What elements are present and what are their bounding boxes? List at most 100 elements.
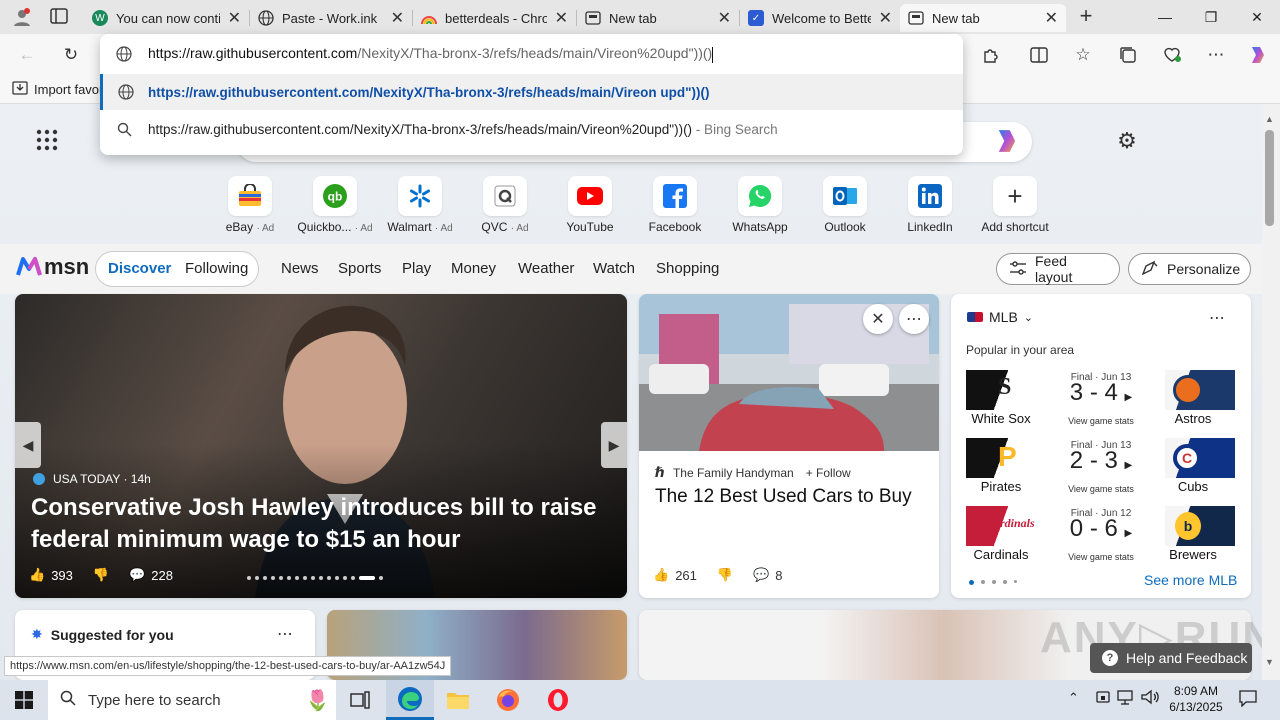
suggested-more-icon[interactable]: ⋯: [277, 624, 293, 644]
notifications-icon[interactable]: [1238, 689, 1258, 708]
tab-2[interactable]: Paste - Work.ink ✕: [250, 4, 412, 32]
close-icon[interactable]: ✕: [718, 8, 731, 28]
import-favorites-button[interactable]: Import favor: [12, 81, 103, 98]
page-settings-gear-icon[interactable]: ⚙: [1114, 128, 1140, 154]
more-options-icon[interactable]: ⋯: [1201, 40, 1231, 70]
carousel-prev-icon[interactable]: ◀: [15, 422, 41, 468]
nav-news[interactable]: News: [281, 260, 319, 277]
minimize-icon[interactable]: —: [1142, 0, 1188, 34]
nav-discover[interactable]: Discover: [108, 260, 171, 277]
tab-1[interactable]: W You can now contin ✕: [84, 4, 249, 32]
thumbs-up-icon[interactable]: 👍: [29, 567, 45, 583]
split-screen-icon[interactable]: [1024, 40, 1054, 70]
shortcut-qvc[interactable]: QVC · Ad: [465, 176, 545, 234]
address-input[interactable]: https://raw.githubusercontent.com/Nexity…: [100, 36, 963, 72]
newtab-icon: [585, 10, 601, 26]
close-icon[interactable]: ✕: [879, 8, 892, 28]
tab-6-active[interactable]: New tab ✕: [900, 4, 1066, 32]
shortcut-youtube[interactable]: YouTube: [550, 176, 630, 234]
close-icon[interactable]: ✕: [555, 8, 568, 28]
shortcut-quickbooks[interactable]: qb Quickbo... · Ad: [295, 176, 375, 234]
tray-volume-icon[interactable]: [1140, 688, 1160, 706]
nav-money[interactable]: Money: [451, 260, 496, 277]
personalize-button[interactable]: Personalize: [1128, 253, 1251, 285]
nav-sports[interactable]: Sports: [338, 260, 381, 277]
help-feedback-button[interactable]: ? Help and Feedback: [1090, 643, 1252, 673]
restore-icon[interactable]: ❐: [1188, 0, 1234, 34]
comment-icon[interactable]: 💬: [129, 567, 145, 583]
hero-headline[interactable]: Conservative Josh Hawley introduces bill…: [31, 492, 611, 556]
dismiss-card-icon[interactable]: ✕: [863, 304, 893, 334]
edge-taskbar-icon[interactable]: [386, 680, 434, 720]
mlb-header[interactable]: MLB ⌄: [967, 309, 1033, 325]
view-game-stats-link[interactable]: View game stats: [1046, 552, 1156, 562]
shortcut-whatsapp[interactable]: WhatsApp: [720, 176, 800, 234]
scroll-down-icon[interactable]: ▼: [1265, 657, 1274, 667]
nav-shopping[interactable]: Shopping: [656, 260, 719, 277]
tab-5[interactable]: ✓ Welcome to Better ✕: [740, 4, 900, 32]
firefox-icon[interactable]: [484, 680, 532, 720]
card-more-icon[interactable]: ⋯: [899, 304, 929, 334]
see-more-mlb-link[interactable]: See more MLB: [1144, 572, 1237, 588]
card2-headline[interactable]: The 12 Best Used Cars to Buy: [655, 485, 925, 509]
apps-grid-icon[interactable]: [36, 129, 60, 153]
game-row-1[interactable]: S White Sox Final · Jun 13 3 - 4 ▶ View …: [966, 370, 1236, 430]
profile-icon[interactable]: [8, 6, 36, 28]
tab-actions-icon[interactable]: [50, 8, 72, 28]
suggestion-url[interactable]: https://raw.githubusercontent.com/Nexity…: [100, 74, 963, 110]
close-icon[interactable]: ✕: [228, 8, 241, 28]
windows-start-icon[interactable]: [0, 680, 48, 720]
msn-logo[interactable]: msn: [16, 254, 89, 280]
tray-network-icon[interactable]: [1116, 688, 1134, 706]
mlb-more-icon[interactable]: ⋯: [1209, 308, 1225, 328]
favorites-star-icon[interactable]: ☆: [1068, 40, 1098, 70]
shortcut-facebook[interactable]: Facebook: [635, 176, 715, 234]
nav-weather[interactable]: Weather: [518, 260, 574, 277]
nav-following[interactable]: Following: [185, 260, 248, 277]
extensions-icon[interactable]: [976, 40, 1006, 70]
file-explorer-icon[interactable]: [434, 680, 482, 720]
nav-play[interactable]: Play: [402, 260, 431, 277]
cars-news-card[interactable]: ✕ ⋯ ℏ The Family Handyman + Follow The 1…: [639, 294, 939, 598]
view-game-stats-link[interactable]: View game stats: [1046, 416, 1156, 426]
carousel-next-icon[interactable]: ▶: [601, 422, 627, 468]
scrollbar-thumb[interactable]: [1265, 130, 1274, 226]
tray-chevron-icon[interactable]: ⌃: [1068, 690, 1079, 706]
hero-news-card[interactable]: ◀ ▶ USA TODAY · 14h Conservative Josh Ha…: [15, 294, 627, 598]
feed-layout-button[interactable]: Feed layout: [996, 253, 1120, 285]
follow-button[interactable]: + Follow: [806, 466, 851, 480]
window-close-icon[interactable]: ✕: [1234, 0, 1280, 34]
tab-4[interactable]: New tab ✕: [577, 4, 739, 32]
suggestion-bing-search[interactable]: https://raw.githubusercontent.com/Nexity…: [100, 111, 963, 147]
scroll-up-icon[interactable]: ▲: [1265, 114, 1274, 124]
game-row-2[interactable]: P Pirates Final · Jun 13 2 - 3 ▶ View ga…: [966, 438, 1236, 498]
thumbs-up-icon[interactable]: 👍: [653, 567, 669, 583]
thumbs-down-icon[interactable]: 👎: [93, 567, 109, 583]
close-icon[interactable]: ✕: [1045, 8, 1058, 28]
shortcut-outlook[interactable]: Outlook: [805, 176, 885, 234]
thumbs-down-icon[interactable]: 👎: [717, 567, 733, 583]
task-view-icon[interactable]: [336, 680, 384, 720]
tab-3[interactable]: betterdeals - Chron ✕: [413, 4, 576, 32]
shortcut-walmart[interactable]: Walmart · Ad: [380, 176, 460, 234]
shortcut-ebay[interactable]: eBay · Ad: [210, 176, 290, 234]
shortcut-add[interactable]: + Add shortcut: [975, 176, 1055, 234]
copilot-icon[interactable]: [1243, 40, 1273, 70]
new-tab-plus-icon[interactable]: +: [1074, 5, 1098, 28]
copilot-search-icon[interactable]: [992, 126, 1024, 156]
refresh-icon[interactable]: ↻: [56, 40, 86, 70]
tray-security-icon[interactable]: [1094, 688, 1112, 706]
close-icon[interactable]: ✕: [391, 8, 404, 28]
view-game-stats-link[interactable]: View game stats: [1046, 484, 1156, 494]
browser-essentials-icon[interactable]: [1157, 40, 1187, 70]
taskbar-clock[interactable]: 8:09 AM 6/13/2025: [1164, 683, 1228, 715]
collections-icon[interactable]: [1113, 40, 1143, 70]
shortcut-linkedin[interactable]: LinkedIn: [890, 176, 970, 234]
back-arrow-icon[interactable]: ←: [12, 40, 42, 70]
site-info-icon[interactable]: [100, 46, 148, 62]
taskbar-search-box[interactable]: Type here to search 🌷: [48, 680, 336, 720]
opera-icon[interactable]: [534, 680, 582, 720]
game-row-3[interactable]: Cardinals Cardinals Final · Jun 12 0 - 6…: [966, 506, 1236, 566]
nav-watch[interactable]: Watch: [593, 260, 635, 277]
comment-icon[interactable]: 💬: [753, 567, 769, 583]
